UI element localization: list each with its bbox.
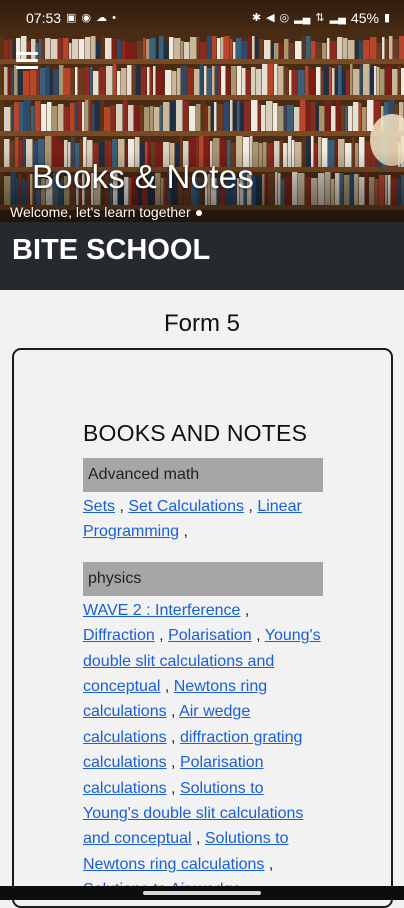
link-wave-interference[interactable]: WAVE 2 : Interference xyxy=(83,602,240,619)
physics-links: WAVE 2 : Interference , Diffraction , Po… xyxy=(83,598,323,903)
dot-icon xyxy=(195,210,202,217)
signal-icon: ▂▄ xyxy=(294,11,311,24)
home-gesture-handle[interactable] xyxy=(143,891,261,895)
status-bar: 07:53 ▣ ◉ ☁ • ✱ ◀ ◎ ▂▄ ⇅ ▂▄ 45% ▮ xyxy=(0,0,404,36)
books-notes-section: BOOKS AND NOTES Advanced math Sets , Set… xyxy=(83,420,323,903)
battery-level: 45% xyxy=(350,10,379,26)
hero-subtitle: Welcome, let's learn together xyxy=(10,204,202,220)
wifi-icon: ⇅ xyxy=(315,11,325,24)
link-diffraction[interactable]: Diffraction xyxy=(83,627,155,644)
app-bar: BITE SCHOOL xyxy=(0,222,404,290)
hero-subtitle-text: Welcome, let's learn together xyxy=(10,204,191,220)
mute-icon: ◀ xyxy=(266,11,275,24)
link-sets[interactable]: Sets xyxy=(83,498,115,515)
link-polarisation[interactable]: Polarisation xyxy=(168,627,252,644)
subject-header-physics: physics xyxy=(83,561,323,596)
dot-icon: • xyxy=(112,11,116,24)
system-nav-bar xyxy=(0,886,404,900)
link-set-calculations[interactable]: Set Calculations xyxy=(128,498,244,515)
cloud-icon: ☁ xyxy=(96,11,108,24)
battery-icon: ▮ xyxy=(383,11,390,24)
advanced-math-links: Sets , Set Calculations , Linear Program… xyxy=(83,498,302,541)
hamburger-menu-icon[interactable] xyxy=(16,52,38,70)
page-title: Form 5 xyxy=(163,310,240,337)
image-icon: ▣ xyxy=(66,11,77,24)
hero-title: Books & Notes xyxy=(32,158,255,195)
hotspot-icon: ◎ xyxy=(279,11,290,24)
signal-icon: ▂▄ xyxy=(329,11,346,24)
app-title: BITE SCHOOL xyxy=(12,234,211,266)
whatsapp-icon: ◉ xyxy=(81,11,92,24)
subject-header-advanced-math: Advanced math xyxy=(83,458,323,492)
section-title: BOOKS AND NOTES xyxy=(83,420,308,446)
header-banner: 07:53 ▣ ◉ ☁ • ✱ ◀ ◎ ▂▄ ⇅ ▂▄ 45% ▮ Books … xyxy=(0,0,404,222)
bluetooth-icon: ✱ xyxy=(251,11,262,24)
clock: 07:53 xyxy=(26,10,62,26)
